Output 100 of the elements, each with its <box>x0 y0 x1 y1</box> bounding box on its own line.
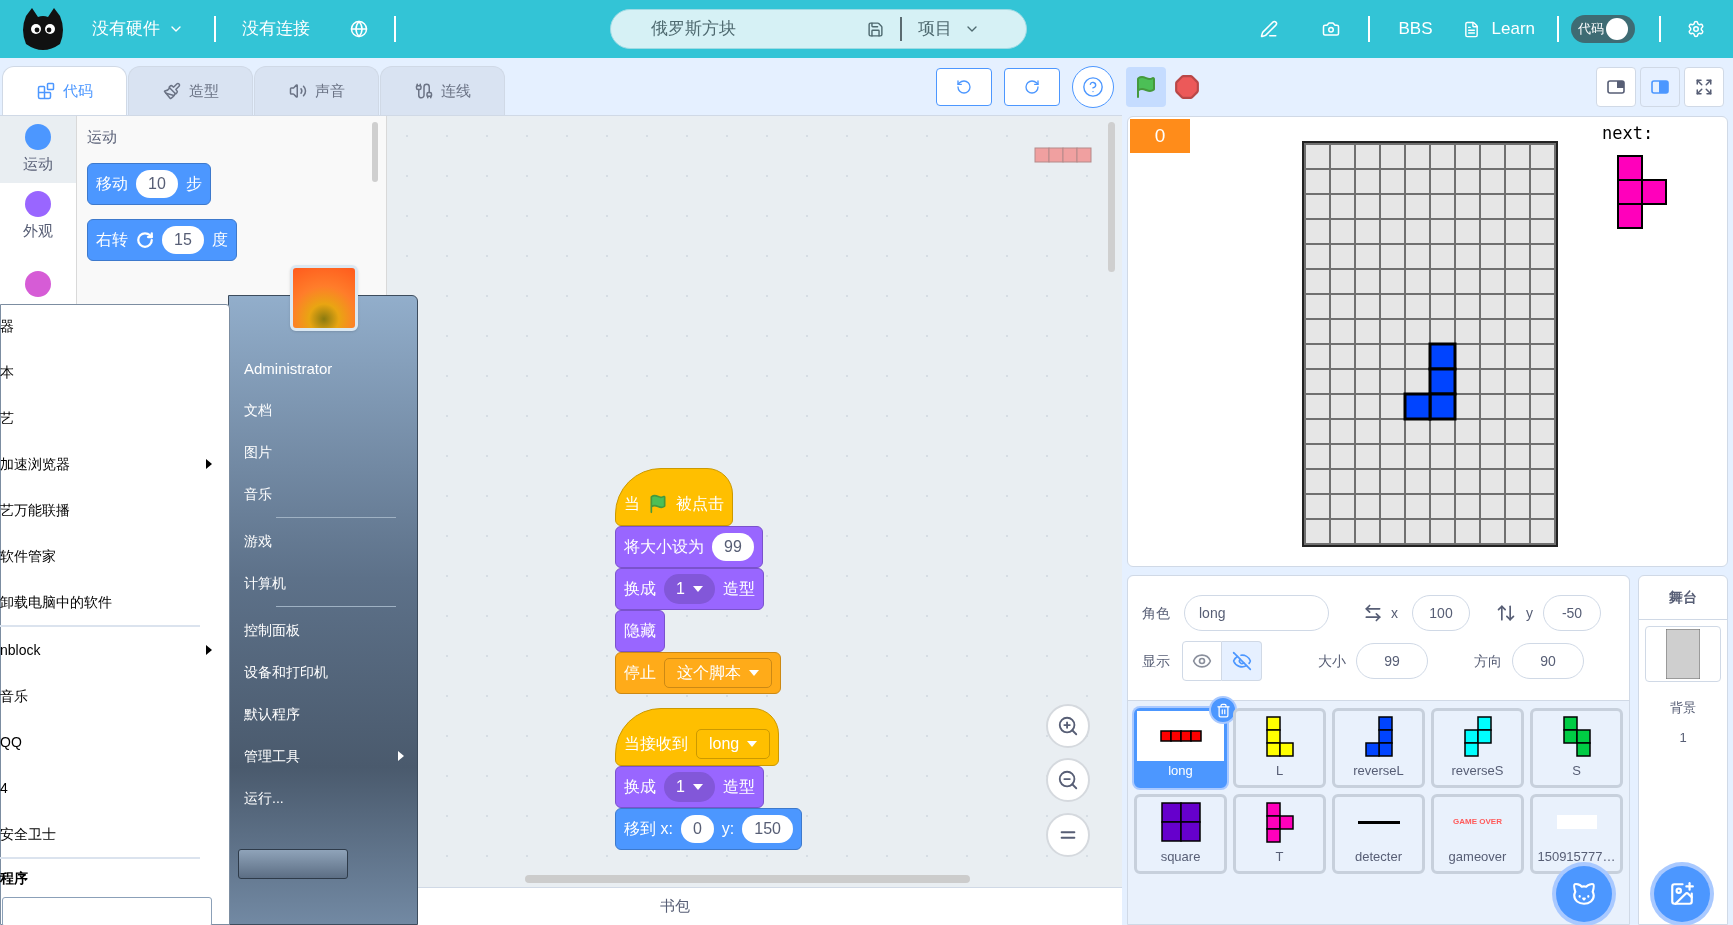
save-icon[interactable] <box>867 20 884 38</box>
number-input[interactable]: 0 <box>680 815 714 843</box>
eye-icon <box>1192 651 1212 671</box>
sprite-tile[interactable]: S <box>1530 708 1623 788</box>
start-menu-item[interactable]: 运行... <box>236 777 416 819</box>
shutdown-button[interactable] <box>238 849 348 879</box>
thumbnail-text: GAME OVER <box>1453 816 1502 828</box>
category-item[interactable]: 运动 <box>0 116 76 183</box>
run-flag-button[interactable] <box>1126 66 1166 107</box>
sprite-tile[interactable]: T <box>1233 794 1326 874</box>
code-mode-toggle[interactable]: 代码 <box>1571 15 1635 43</box>
start-menu-item[interactable]: 文档 <box>236 389 416 431</box>
scrollbar[interactable] <box>525 875 970 883</box>
program-menu-item[interactable]: 软件管家 <box>0 533 230 579</box>
editor-tab[interactable]: 声音 <box>254 66 379 115</box>
reset-zoom-button[interactable] <box>1046 813 1090 857</box>
program-menu-item[interactable]: 艺万能联播 <box>0 487 230 533</box>
fullscreen-icon <box>1695 77 1713 96</box>
block-label: 移动 <box>96 173 128 194</box>
sprite-tile[interactable]: reverseS <box>1431 708 1524 788</box>
zoom-in-icon <box>1057 715 1079 737</box>
code-block[interactable]: 隐藏 <box>615 610 665 652</box>
code-block[interactable]: 换成 1 造型 <box>615 568 764 610</box>
dropdown-menu[interactable]: 1 <box>664 574 715 604</box>
start-menu-item[interactable]: 默认程序 <box>236 693 416 735</box>
block-label: 被点击 <box>676 494 724 514</box>
undo-button[interactable] <box>936 67 992 106</box>
cat-icon <box>1571 881 1597 907</box>
sprite-tile[interactable]: GAME OVER gameover <box>1431 794 1524 874</box>
y-label: y <box>1526 603 1533 623</box>
start-menu-item[interactable]: 设备和打印机 <box>236 651 416 693</box>
start-menu-item[interactable]: 计算机 <box>236 562 416 604</box>
program-menu-item[interactable]: 4 <box>0 765 230 811</box>
paintbrush-icon <box>162 82 181 100</box>
camera-icon[interactable] <box>1322 20 1341 38</box>
program-menu-item[interactable]: 卸载电脑中的软件 <box>0 579 230 625</box>
sprite-tile[interactable]: detecter <box>1332 794 1425 874</box>
editor-tab[interactable]: 造型 <box>128 66 253 115</box>
globe-icon[interactable] <box>350 20 368 38</box>
project-title[interactable]: 俄罗斯方块 <box>651 16 861 42</box>
hide-button[interactable] <box>1222 641 1262 681</box>
tetromino-icon <box>1265 715 1294 757</box>
editor-tab[interactable]: 代码 <box>2 66 127 115</box>
start-menu-item[interactable]: 管理工具 <box>236 735 416 777</box>
number-input[interactable]: 10 <box>136 169 178 198</box>
redo-button[interactable] <box>1004 67 1060 106</box>
number-input[interactable]: 150 <box>742 815 793 843</box>
code-block[interactable]: 换成 1 造型 <box>615 766 764 808</box>
code-block[interactable]: 移到 x: 0 y: 150 <box>615 808 802 850</box>
scrollbar[interactable] <box>372 122 378 182</box>
program-menu-item[interactable]: 加速浏览器 <box>0 441 230 487</box>
number-input[interactable]: 99 <box>712 533 754 561</box>
stage-thumbnail[interactable] <box>1645 626 1721 682</box>
settings-icon[interactable] <box>1687 20 1705 38</box>
start-menu-item[interactable]: 游戏 <box>236 520 416 562</box>
start-menu-item[interactable]: 控制面板 <box>236 609 416 651</box>
zoom-out-button[interactable] <box>1046 758 1090 802</box>
size-label: 大小 <box>1318 651 1346 671</box>
sprite-name: reverseS <box>1450 762 1505 780</box>
number-input[interactable]: 15 <box>162 225 204 254</box>
sprite-name: long <box>1167 762 1194 780</box>
program-menu-item[interactable]: 音乐 <box>0 673 230 719</box>
add-backdrop-button[interactable] <box>1654 866 1710 922</box>
block-label: 造型 <box>722 777 755 797</box>
program-menu-item[interactable]: 器 <box>0 303 230 349</box>
code-block[interactable]: 右转 15 度 <box>87 218 237 261</box>
editor-tab[interactable]: 连线 <box>380 66 505 115</box>
project-menu[interactable]: 项目 <box>918 16 980 42</box>
code-block[interactable]: 移动 10 步 <box>87 162 211 205</box>
cable-icon <box>414 82 433 100</box>
all-programs-item[interactable]: 程序 <box>0 859 230 897</box>
sprite-name: 150915777… <box>1536 848 1617 866</box>
show-button[interactable] <box>1182 641 1222 681</box>
sprite-tile[interactable]: square <box>1134 794 1227 874</box>
program-menu-item[interactable]: QQ <box>0 719 230 765</box>
program-menu-item[interactable]: 本 <box>0 349 230 395</box>
start-menu-item[interactable]: 音乐 <box>236 473 416 515</box>
program-menu-item[interactable]: nblock <box>0 627 230 673</box>
dropdown-menu[interactable]: 1 <box>664 772 715 802</box>
vertical-arrow-icon <box>1496 603 1516 623</box>
zoom-in-button[interactable] <box>1046 704 1090 748</box>
sprite-name: detecter <box>1354 848 1403 866</box>
scrollbar[interactable] <box>1108 122 1115 272</box>
sprite-preview-icon <box>1034 147 1092 163</box>
sprite-tile[interactable]: reverseL <box>1332 708 1425 788</box>
help-icon <box>1082 75 1104 98</box>
show-label: 显示 <box>1142 651 1171 671</box>
sprite-tile[interactable]: L <box>1233 708 1326 788</box>
program-menu-item[interactable]: 安全卫士 <box>0 811 230 857</box>
code-block[interactable]: 将大小设为 99 <box>615 526 763 568</box>
start-menu-item[interactable]: 图片 <box>236 431 416 473</box>
sprite-tile[interactable]: 150915777… <box>1530 794 1623 874</box>
help-button[interactable] <box>1072 65 1114 108</box>
small-stage-button[interactable] <box>1596 66 1636 107</box>
search-field[interactable] <box>2 897 212 925</box>
program-menu-item[interactable]: 艺 <box>0 395 230 441</box>
layout-icon <box>1607 79 1625 94</box>
add-sprite-button[interactable] <box>1556 866 1612 922</box>
edit-icon[interactable] <box>1260 20 1279 38</box>
fullscreen-button[interactable] <box>1684 66 1724 107</box>
